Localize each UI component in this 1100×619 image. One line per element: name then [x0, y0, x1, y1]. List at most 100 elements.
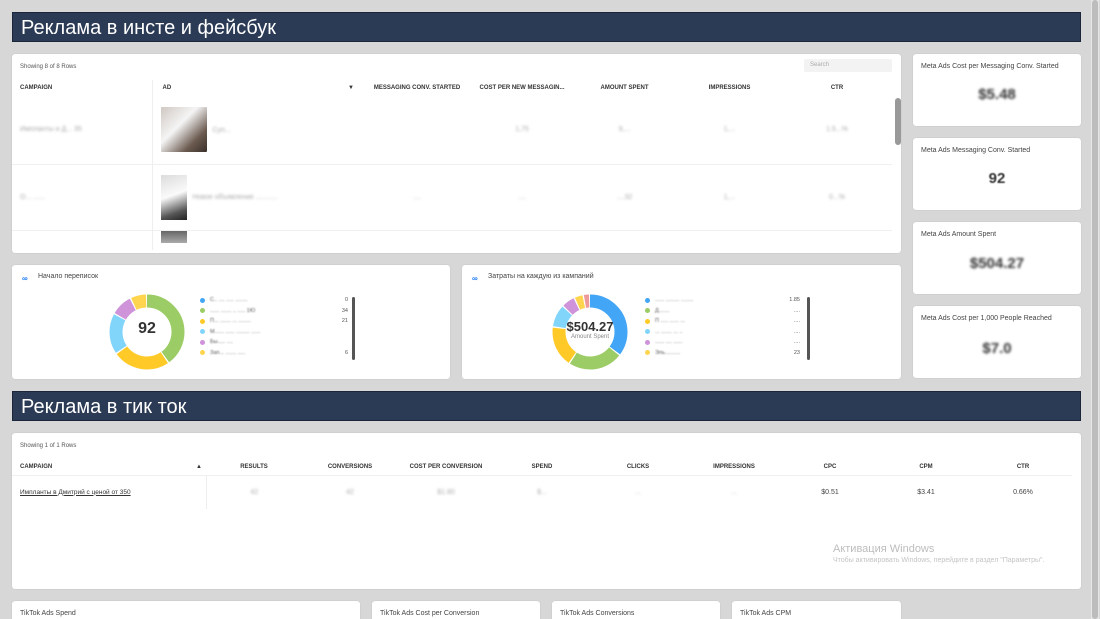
donut2-legend-item[interactable]: ...... ......... ........ 1.85 [645, 295, 800, 306]
table-row[interactable] [12, 230, 892, 250]
legend-value: .... [793, 307, 800, 314]
donut1-legend-item[interactable]: М...... ...... ......... ...... [200, 327, 348, 338]
ad-thumbnail[interactable] [160, 174, 187, 220]
cell-campaign [12, 230, 152, 250]
col-ad-label: AD [162, 85, 172, 91]
cell-ctr: 0.66% [1013, 488, 1033, 496]
legend-dot-icon [200, 329, 205, 335]
legend-label: ... ....... ... .. [655, 328, 683, 335]
kpi-title: Meta Ads Amount Spent [921, 231, 997, 238]
col-campaign[interactable]: CAMPAIGN [12, 80, 152, 96]
legend-dot-icon [645, 297, 650, 303]
cell-spent: 9,... [618, 126, 631, 134]
windows-activation-hint: Чтобы активировать Windows, перейдите в … [833, 557, 1045, 564]
donut-card-spend-per-campaign: ∞ Затраты на каждую из кампаний $504.27 … [462, 265, 901, 379]
legend-value: .... [793, 339, 800, 346]
windows-activation-title: Активация Windows [833, 543, 935, 555]
kpi-title: Meta Ads Cost per Messaging Conv. Starte… [921, 63, 1059, 70]
col-cost-per-messaging[interactable]: COST PER NEW MESSAGIN... [472, 80, 572, 96]
table-scrollbar[interactable] [895, 98, 901, 145]
cell-ctr: 1.5...% [826, 126, 848, 134]
cell-results: 42 [250, 488, 259, 496]
col-cost-per-conversion[interactable]: COST PER CONVERSION [398, 459, 494, 475]
col-amount-spent[interactable]: AMOUNT SPENT [572, 80, 677, 96]
meta-logo-icon: ∞ [22, 274, 28, 283]
page-scrollbar-thumb[interactable] [1092, 0, 1098, 619]
col-results[interactable]: RESULTS [206, 459, 302, 475]
kpi-title: TikTok Ads Cost per Conversion [380, 610, 480, 617]
legend-label: ...... ....... .. ..... 1Ю [210, 307, 256, 314]
donut1-legend-item[interactable]: Зап... ....... ..... 6 [200, 348, 348, 359]
legend-scrollbar[interactable] [352, 297, 355, 360]
legend-value: 0 [344, 297, 348, 304]
cell-cost: $1.80 [437, 488, 455, 496]
cell-spend: $... [537, 488, 547, 496]
campaign-link[interactable]: Импланты в Дмитрий с ценой от 350 [20, 489, 131, 496]
search-input[interactable]: Search [804, 59, 892, 72]
legend-label: Бы..... .... [210, 339, 233, 346]
col-messaging[interactable]: MESSAGING CONV. STARTED [362, 80, 472, 96]
donut2-legend-item[interactable]: Эль.......... 23 [645, 348, 800, 359]
col-campaign[interactable]: CAMPAIGN ▲ [12, 459, 206, 475]
table-header-row: CAMPAIGN AD ▼ MESSAGING CONV. STARTED CO… [12, 80, 892, 96]
sort-up-icon[interactable]: ▲ [196, 464, 202, 470]
legend-dot-icon [200, 318, 205, 324]
table-row[interactable]: Импланты в Дмитрий с ценой от 350 42 42 … [12, 475, 1072, 509]
col-cpc[interactable]: CPC [782, 459, 878, 475]
col-spend[interactable]: SPEND [494, 459, 590, 475]
ad-thumbnail[interactable] [160, 230, 187, 243]
donut2-legend-item[interactable]: ... ....... ... ...... [645, 327, 800, 338]
kpi-card-tiktok-conversions: TikTok Ads Conversions [552, 601, 720, 619]
col-impressions[interactable]: IMPRESSIONS [677, 80, 782, 96]
kpi-title: Meta Ads Cost per 1,000 People Reached [921, 315, 1052, 322]
page-scrollbar[interactable] [1091, 0, 1099, 619]
table-row[interactable]: Импланты и Д... 35 Суп... 1,75 9,... 1,.… [12, 96, 892, 164]
kpi-card-tiktok-spend: TikTok Ads Spend [12, 601, 360, 619]
legend-dot-icon [200, 350, 205, 356]
cell-campaign: Импланты в Дмитрий с ценой от 350 [12, 475, 207, 509]
donut-legend: С.. .... ..... ........ 0 ...... ....... .… [200, 295, 348, 358]
legend-dot-icon [200, 297, 205, 303]
cell-impressions: 1,... [723, 193, 736, 201]
tiktok-ads-table: CAMPAIGN ▲ RESULTS CONVERSIONS COST PER … [12, 459, 1072, 509]
cell-campaign: О... ...... [20, 193, 45, 201]
legend-dot-icon [200, 339, 205, 345]
cell-messaging: .... [413, 193, 421, 201]
donut2-legend-item[interactable]: Д........... [645, 306, 800, 317]
kpi-title: TikTok Ads Spend [20, 610, 76, 617]
legend-label: П... ....... ... ........ [210, 318, 251, 325]
col-clicks[interactable]: CLICKS [590, 459, 686, 475]
legend-dot-icon [645, 339, 650, 345]
cell-cost: .... [518, 193, 526, 201]
legend-dot-icon [645, 308, 650, 314]
sort-down-icon[interactable]: ▼ [348, 85, 354, 91]
kpi-value: $504.27 [969, 255, 1025, 272]
table-row[interactable]: О... ...... Новое объявление ...........… [12, 164, 892, 230]
kpi-value: $5.48 [978, 86, 1016, 103]
col-impressions[interactable]: IMPRESSIONS [686, 459, 782, 475]
cell-ad: Суп... [151, 96, 362, 164]
legend-scrollbar[interactable] [807, 297, 810, 360]
legend-dot-icon [645, 350, 650, 356]
donut2-legend-item[interactable]: П ..... ...... ....... [645, 316, 800, 327]
legend-value: .... [793, 328, 800, 335]
meta-ads-table-card: Showing 8 of 8 Rows Search CAMPAIGN AD ▼… [12, 54, 901, 253]
col-ctr[interactable]: CTR [782, 80, 892, 96]
donut1-legend-item[interactable]: С.. .... ..... ........ 0 [200, 295, 348, 306]
col-ad[interactable]: AD ▼ [151, 80, 362, 96]
cell-impressions: 1,... [723, 126, 736, 134]
legend-dot-icon [200, 308, 205, 314]
col-conversions[interactable]: CONVERSIONS [302, 459, 398, 475]
donut1-legend-item[interactable]: П... ....... ... ........ 21 [200, 316, 348, 327]
col-ctr[interactable]: CTR [974, 459, 1072, 475]
col-cpm[interactable]: CPM [878, 459, 974, 475]
donut1-legend-item[interactable]: Бы..... .... [200, 337, 348, 348]
table-header-row: CAMPAIGN ▲ RESULTS CONVERSIONS COST PER … [12, 459, 1072, 475]
legend-label: Зап... ....... ..... [210, 349, 246, 356]
donut1-legend-item[interactable]: ...... ....... .. ..... 1Ю 34 [200, 306, 348, 317]
donut2-legend-item[interactable]: ...... .... .......... [645, 337, 800, 348]
legend-value: 21 [341, 318, 348, 325]
ad-thumbnail[interactable] [160, 107, 207, 153]
donut-title: Начало переписок [38, 273, 99, 280]
kpi-title: TikTok Ads Conversions [560, 610, 635, 617]
